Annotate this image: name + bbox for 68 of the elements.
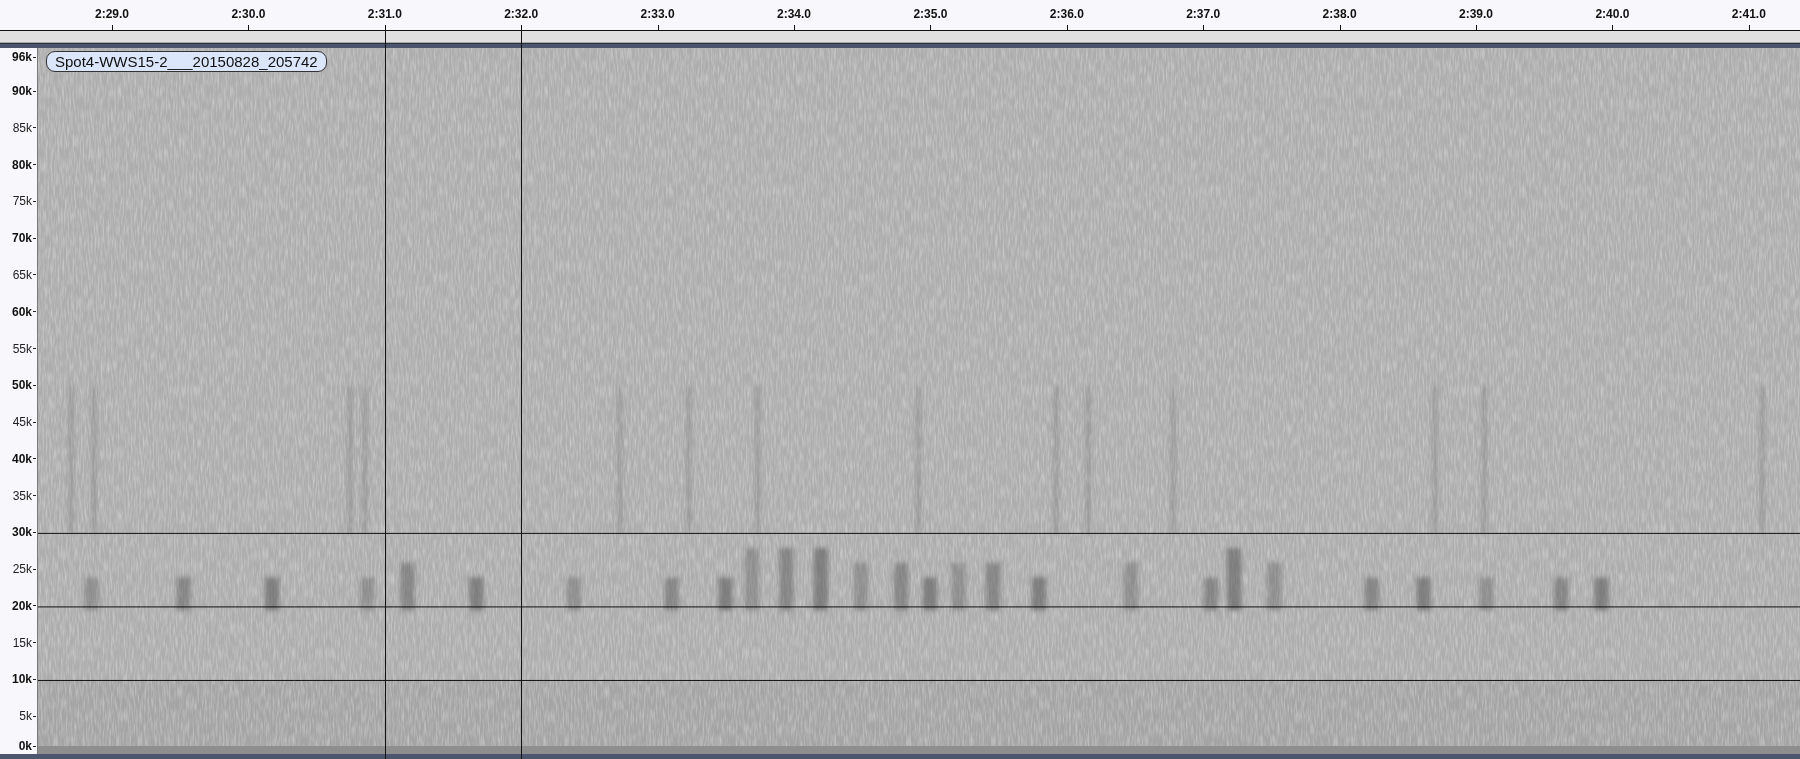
tick-mark: [930, 25, 932, 30]
tick-mark: [33, 495, 36, 497]
frequency-label: 85k: [12, 120, 32, 135]
frequency-label: 55k: [12, 341, 32, 356]
frequency-label: 90k: [11, 84, 32, 99]
tick-mark: [1476, 25, 1477, 30]
tick-mark: [33, 348, 36, 349]
frequency-label: 25k: [12, 562, 32, 577]
frequency-label: 5k: [19, 709, 32, 724]
tick-mark: [33, 90, 36, 92]
tick-mark: [33, 311, 36, 313]
time-label: 2:40.0: [1595, 7, 1630, 21]
spectrogram-drawing[interactable]: [38, 48, 1800, 754]
frequency-label: 80k: [11, 157, 32, 172]
tick-mark: [33, 127, 36, 129]
tick-mark: [33, 605, 36, 607]
tick-mark: [112, 25, 113, 30]
tick-mark: [33, 745, 36, 747]
track-label[interactable]: Spot4-WWS15-2___20150828_205742: [46, 51, 327, 72]
tick-mark: [33, 164, 36, 166]
time-label: 2:31.0: [367, 7, 402, 21]
tick-mark: [1066, 25, 1068, 30]
time-label: 2:29.0: [95, 7, 129, 21]
time-label: 2:41.0: [1731, 7, 1766, 21]
tick-mark: [33, 56, 36, 58]
frequency-label: 96k: [11, 50, 32, 64]
frequency-label: 0k: [18, 739, 32, 753]
time-label: 2:35.0: [913, 7, 948, 21]
frequency-label: 70k: [11, 231, 32, 246]
tick-mark: [248, 25, 250, 30]
frequency-label: 50k: [11, 378, 32, 393]
tick-mark: [1203, 25, 1205, 30]
tick-mark: [33, 642, 36, 644]
time-label: 2:36.0: [1049, 7, 1084, 21]
frequency-label: 40k: [11, 451, 32, 466]
time-label: 2:39.0: [1459, 7, 1493, 21]
frequency-label: 30k: [11, 525, 32, 540]
tick-mark: [33, 200, 36, 202]
tick-mark: [33, 531, 36, 533]
tick-mark: [33, 715, 36, 717]
time-label: 2:30.0: [231, 7, 266, 21]
tick-mark: [33, 274, 36, 276]
time-label: 2:34.0: [777, 7, 811, 21]
frequency-label: 60k: [11, 304, 32, 319]
tick-mark: [1748, 25, 1750, 30]
tick-mark: [794, 25, 795, 30]
tick-mark: [657, 25, 659, 30]
tick-mark: [33, 678, 36, 680]
frequency-label: 65k: [12, 267, 32, 282]
tick-mark: [33, 568, 36, 570]
tick-mark: [33, 384, 36, 386]
tick-mark: [1612, 25, 1614, 30]
time-label: 2:33.0: [640, 7, 675, 21]
tick-mark: [1339, 25, 1341, 30]
frequency-label: 45k: [12, 415, 32, 430]
frequency-label: 35k: [12, 488, 32, 503]
time-label: 2:32.0: [504, 7, 539, 21]
time-label: 2:38.0: [1322, 7, 1357, 21]
frequency-label: 20k: [11, 598, 32, 613]
frequency-label: 10k: [11, 672, 32, 687]
frequency-label: 75k: [12, 194, 32, 209]
tick-mark: [33, 458, 36, 460]
tick-mark: [384, 25, 386, 30]
tick-mark: [521, 25, 523, 30]
tick-mark: [33, 421, 36, 423]
tick-mark: [33, 237, 36, 239]
time-label: 2:37.0: [1186, 7, 1221, 21]
frequency-label: 15k: [12, 635, 32, 650]
